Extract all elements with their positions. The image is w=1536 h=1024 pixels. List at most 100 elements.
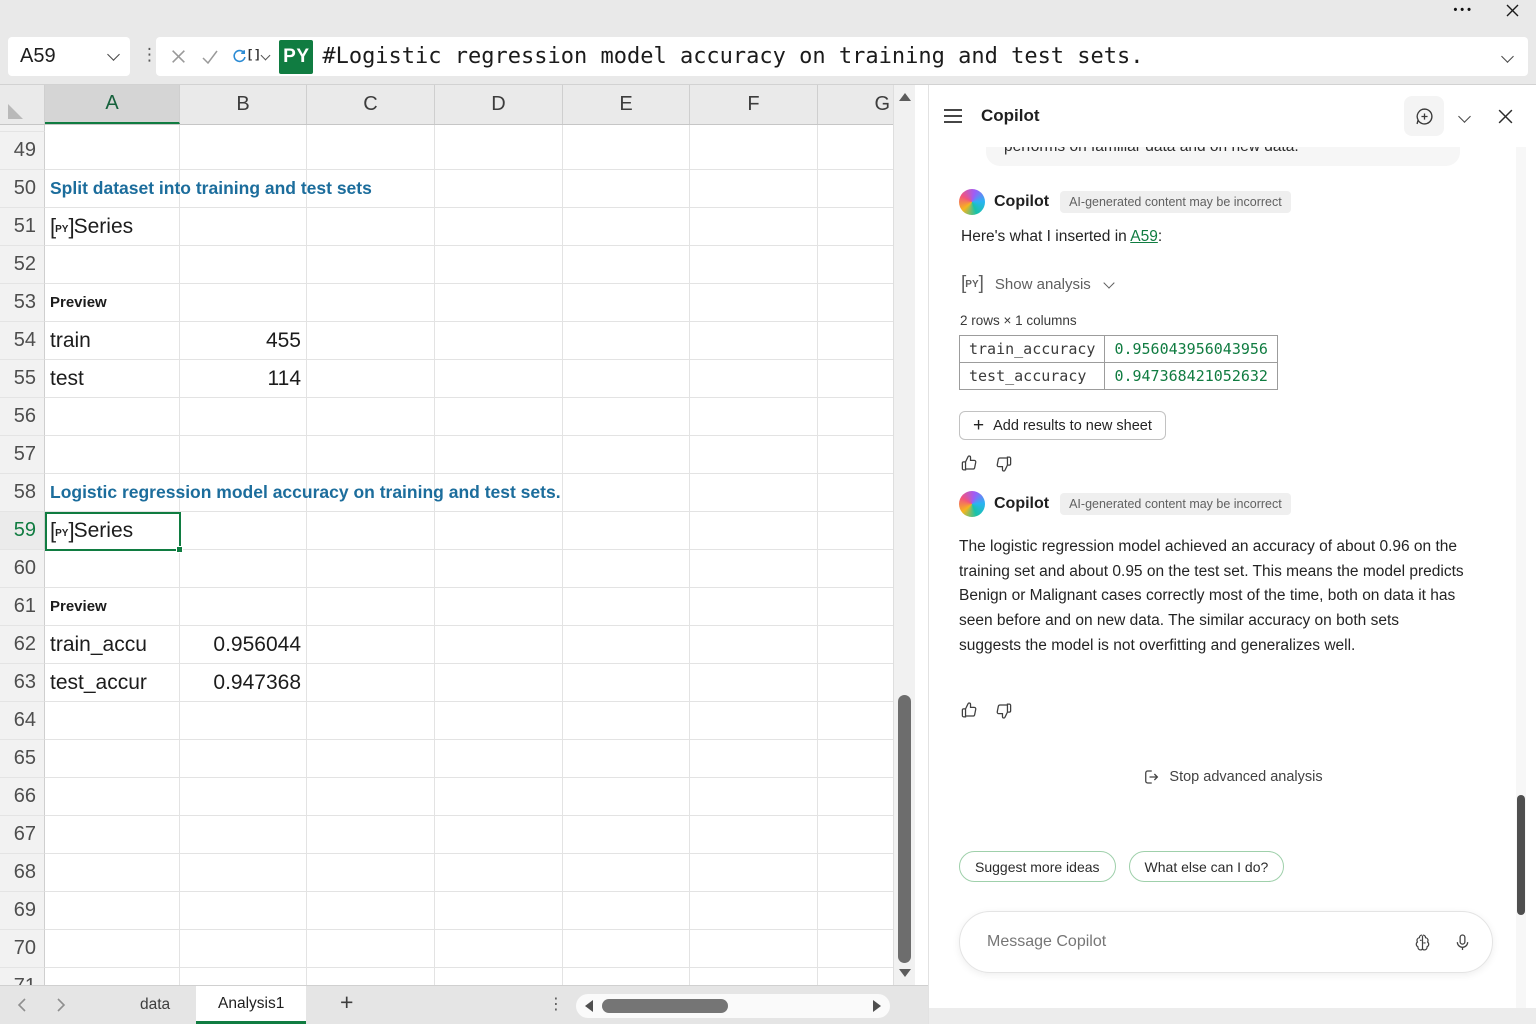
- row-header-67[interactable]: 67: [0, 816, 45, 854]
- formula-text[interactable]: #Logistic regression model accuracy on t…: [322, 44, 1503, 69]
- cell-g62[interactable]: [818, 626, 895, 664]
- row-header-59[interactable]: 59: [0, 512, 45, 550]
- cell-d54[interactable]: [435, 322, 563, 360]
- cell-a67[interactable]: [45, 816, 180, 854]
- cell-d52[interactable]: [435, 246, 563, 284]
- cell-b64[interactable]: [180, 702, 307, 740]
- row-header-69[interactable]: 69: [0, 892, 45, 930]
- show-analysis-toggle[interactable]: [PY] Show analysis: [961, 273, 1113, 295]
- column-header-c[interactable]: C: [307, 85, 435, 124]
- cell-f50[interactable]: [690, 170, 818, 208]
- cell-f54[interactable]: [690, 322, 818, 360]
- thumbs-up-icon[interactable]: [960, 454, 979, 473]
- cell-e69[interactable]: [563, 892, 690, 930]
- cell-g63[interactable]: [818, 664, 895, 702]
- row-header-50[interactable]: 50: [0, 170, 45, 208]
- cell-d57[interactable]: [435, 436, 563, 474]
- cell-e71[interactable]: [563, 968, 690, 985]
- suggestion-pill[interactable]: What else can I do?: [1129, 851, 1285, 882]
- cell-e59[interactable]: [563, 512, 690, 550]
- cell-a65[interactable]: [45, 740, 180, 778]
- tabs-forward-icon[interactable]: [56, 997, 67, 1013]
- cell-f67[interactable]: [690, 816, 818, 854]
- cell-f71[interactable]: [690, 968, 818, 985]
- cell-c64[interactable]: [307, 702, 435, 740]
- cell-e55[interactable]: [563, 360, 690, 398]
- cell-c59[interactable]: [307, 512, 435, 550]
- cell-c60[interactable]: [307, 550, 435, 588]
- cell-f63[interactable]: [690, 664, 818, 702]
- cell-e56[interactable]: [563, 398, 690, 436]
- cell-b57[interactable]: [180, 436, 307, 474]
- stop-advanced-analysis-button[interactable]: Stop advanced analysis: [929, 768, 1536, 786]
- cell-d67[interactable]: [435, 816, 563, 854]
- cell-f57[interactable]: [690, 436, 818, 474]
- cell-a52[interactable]: [45, 246, 180, 284]
- vertical-scrollbar[interactable]: [893, 85, 915, 985]
- cell-e50[interactable]: [563, 170, 690, 208]
- collapse-panel-icon[interactable]: [1458, 110, 1471, 123]
- cell-c55[interactable]: [307, 360, 435, 398]
- brain-icon[interactable]: [1412, 932, 1433, 953]
- cell-f60[interactable]: [690, 550, 818, 588]
- cell-b70[interactable]: [180, 930, 307, 968]
- cell-f52[interactable]: [690, 246, 818, 284]
- cell-g55[interactable]: [818, 360, 895, 398]
- cell-b62[interactable]: 0.956044: [180, 626, 307, 664]
- cell-g58[interactable]: [818, 474, 895, 512]
- cell-c65[interactable]: [307, 740, 435, 778]
- cell-b52[interactable]: [180, 246, 307, 284]
- chevron-down-icon[interactable]: [261, 50, 271, 60]
- menu-icon[interactable]: [943, 108, 963, 124]
- tabs-back-icon[interactable]: [16, 997, 27, 1013]
- grid-cell[interactable]: [563, 125, 690, 132]
- cell-g71[interactable]: [818, 968, 895, 985]
- row-header-64[interactable]: 64: [0, 702, 45, 740]
- cell-e60[interactable]: [563, 550, 690, 588]
- cell-e61[interactable]: [563, 588, 690, 626]
- cell-g67[interactable]: [818, 816, 895, 854]
- cell-c56[interactable]: [307, 398, 435, 436]
- panel-scrollbar-thumb[interactable]: [1517, 795, 1525, 915]
- row-header-58[interactable]: 58: [0, 474, 45, 512]
- horizontal-scrollbar-thumb[interactable]: [602, 999, 728, 1013]
- cell-f49[interactable]: [690, 132, 818, 170]
- cell-a66[interactable]: [45, 778, 180, 816]
- row-header-60[interactable]: 60: [0, 550, 45, 588]
- cell-a55[interactable]: test: [45, 360, 180, 398]
- cell-c52[interactable]: [307, 246, 435, 284]
- cell-d53[interactable]: [435, 284, 563, 322]
- cell-e53[interactable]: [563, 284, 690, 322]
- cell-g50[interactable]: [818, 170, 895, 208]
- cell-g64[interactable]: [818, 702, 895, 740]
- row-header-56[interactable]: 56: [0, 398, 45, 436]
- name-box-chevron-icon[interactable]: [107, 48, 120, 61]
- cell-d63[interactable]: [435, 664, 563, 702]
- cell-c66[interactable]: [307, 778, 435, 816]
- row-header-61[interactable]: 61: [0, 588, 45, 626]
- cell-f61[interactable]: [690, 588, 818, 626]
- cell-b61[interactable]: [180, 588, 307, 626]
- cell-a63[interactable]: test_accur: [45, 664, 180, 702]
- row-header-62[interactable]: 62: [0, 626, 45, 664]
- thumbs-down-icon[interactable]: [994, 454, 1013, 473]
- cell-d70[interactable]: [435, 930, 563, 968]
- cell-link-a59[interactable]: A59: [1130, 228, 1158, 245]
- cell-e51[interactable]: [563, 208, 690, 246]
- grid-cell[interactable]: [435, 125, 563, 132]
- cell-d50[interactable]: [435, 170, 563, 208]
- cell-d61[interactable]: [435, 588, 563, 626]
- sheet-tab-data[interactable]: data: [118, 986, 192, 1024]
- cell-d55[interactable]: [435, 360, 563, 398]
- cell-d51[interactable]: [435, 208, 563, 246]
- cell-a50[interactable]: Split dataset into training and test set…: [45, 170, 180, 208]
- formula-input[interactable]: [ ] PY #Logistic regression model accura…: [156, 37, 1528, 76]
- cell-g49[interactable]: [818, 132, 895, 170]
- grid-cell[interactable]: [180, 125, 307, 132]
- cell-c70[interactable]: [307, 930, 435, 968]
- cell-e63[interactable]: [563, 664, 690, 702]
- cell-d59[interactable]: [435, 512, 563, 550]
- cell-g51[interactable]: [818, 208, 895, 246]
- cell-e57[interactable]: [563, 436, 690, 474]
- cell-b67[interactable]: [180, 816, 307, 854]
